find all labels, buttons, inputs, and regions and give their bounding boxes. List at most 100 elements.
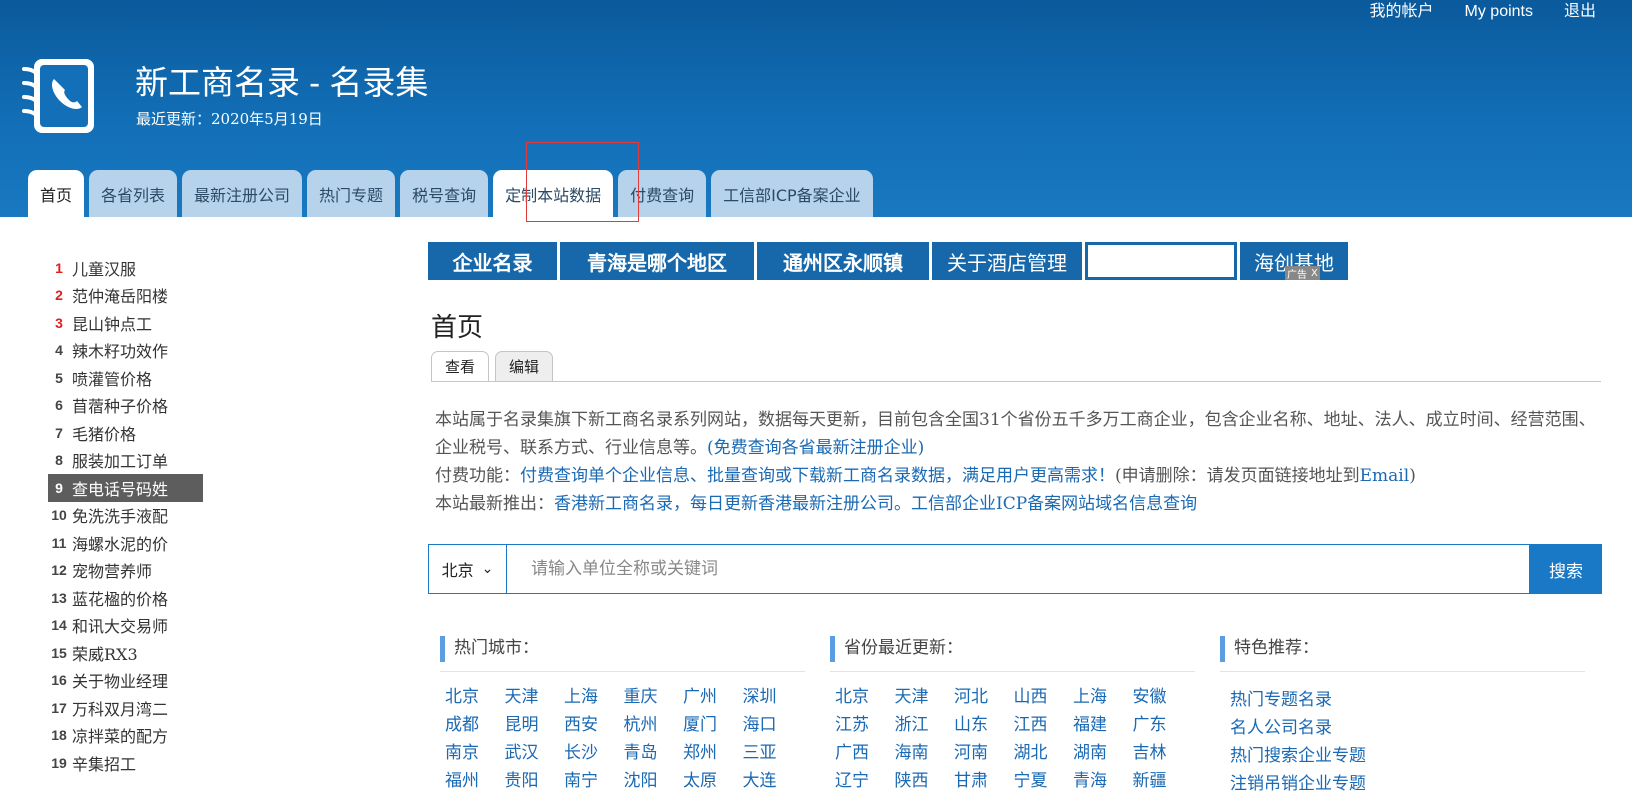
nav-tab-paid-query[interactable]: 付费查询	[618, 170, 706, 217]
province-link[interactable]: 广东	[1133, 714, 1193, 736]
list-item[interactable]: 2范仲淹岳阳楼	[48, 282, 203, 310]
nav-tab-hot-topics[interactable]: 热门专题	[307, 170, 395, 217]
province-link[interactable]: 广西	[835, 742, 895, 764]
my-points-link[interactable]: My points	[1465, 2, 1533, 22]
list-item[interactable]: 4辣木籽功效作	[48, 337, 203, 365]
list-item[interactable]: 11海螺水泥的价	[48, 529, 203, 557]
my-account-link[interactable]: 我的帐户	[1370, 2, 1434, 22]
province-link[interactable]: 新疆	[1133, 770, 1193, 792]
free-query-link[interactable]: (免费查询各省最新注册企业)	[707, 438, 924, 458]
list-item[interactable]: 14和讯大交易师	[48, 612, 203, 640]
list-item[interactable]: 1儿童汉服	[48, 254, 203, 282]
city-link[interactable]: 海口	[743, 714, 803, 736]
province-link[interactable]: 湖北	[1014, 742, 1074, 764]
province-link[interactable]: 山东	[954, 714, 1014, 736]
city-link[interactable]: 三亚	[743, 742, 803, 764]
list-item[interactable]: 5喷灌管价格	[48, 364, 203, 392]
list-item[interactable]: 10免洗洗手液配	[48, 502, 203, 530]
province-link[interactable]: 浙江	[895, 714, 955, 736]
ad-search-box[interactable]	[1085, 242, 1237, 280]
nav-tab-icp[interactable]: 工信部ICP备案企业	[711, 170, 873, 217]
featured-link[interactable]: 热门搜索企业专题	[1230, 742, 1585, 770]
list-item[interactable]: 12宠物营养师	[48, 557, 203, 585]
list-item[interactable]: 17万科双月湾二	[48, 694, 203, 722]
search-button[interactable]: 搜索	[1529, 544, 1601, 594]
province-link[interactable]: 福建	[1073, 714, 1133, 736]
province-link[interactable]: 河北	[954, 686, 1014, 708]
search-input[interactable]	[507, 545, 1529, 593]
province-link[interactable]: 辽宁	[835, 770, 895, 792]
city-link[interactable]: 厦门	[683, 714, 743, 736]
city-link[interactable]: 天津	[505, 686, 565, 708]
city-link[interactable]: 青岛	[624, 742, 684, 764]
province-link[interactable]: 山西	[1014, 686, 1074, 708]
province-link[interactable]: 河南	[954, 742, 1014, 764]
nav-tab-custom-data[interactable]: 定制本站数据	[493, 170, 613, 217]
ad-link[interactable]: 青海是哪个地区	[560, 242, 754, 280]
city-link[interactable]: 北京	[445, 686, 505, 708]
tab-edit[interactable]: 编辑	[495, 351, 553, 381]
city-link[interactable]: 深圳	[743, 686, 803, 708]
province-link[interactable]: 湖南	[1073, 742, 1133, 764]
nav-tab-home[interactable]: 首页	[28, 170, 84, 217]
city-link[interactable]: 昆明	[505, 714, 565, 736]
ad-link[interactable]: 关于酒店管理	[932, 242, 1082, 280]
tab-view[interactable]: 查看	[431, 351, 489, 381]
province-link[interactable]: 宁夏	[1014, 770, 1074, 792]
city-link[interactable]: 广州	[683, 686, 743, 708]
province-link[interactable]: 吉林	[1133, 742, 1193, 764]
province-link[interactable]: 北京	[835, 686, 895, 708]
city-link[interactable]: 长沙	[564, 742, 624, 764]
icp-query-link[interactable]: 工信部企业ICP备案网站域名信息查询	[911, 494, 1197, 514]
province-link[interactable]: 陕西	[895, 770, 955, 792]
ad-link[interactable]: 通州区永顺镇	[757, 242, 929, 280]
province-link[interactable]: 甘肃	[954, 770, 1014, 792]
city-link[interactable]: 郑州	[683, 742, 743, 764]
city-link[interactable]: 南京	[445, 742, 505, 764]
city-link[interactable]: 大连	[743, 770, 803, 792]
ad-link[interactable]: 企业名录	[428, 242, 557, 280]
city-link[interactable]: 西安	[564, 714, 624, 736]
email-link[interactable]: Email	[1360, 466, 1410, 486]
province-link[interactable]: 上海	[1073, 686, 1133, 708]
city-link[interactable]: 上海	[564, 686, 624, 708]
province-link[interactable]: 江西	[1014, 714, 1074, 736]
list-item[interactable]: 19辛集招工	[48, 749, 203, 777]
nav-tab-tax-id[interactable]: 税号查询	[400, 170, 488, 217]
city-link[interactable]: 重庆	[624, 686, 684, 708]
paid-query-link[interactable]: 付费查询单个企业信息、批量查询或下载新工商名录数据，满足用户更高需求！	[520, 466, 1115, 486]
list-item[interactable]: 3昆山钟点工	[48, 309, 203, 337]
featured-link[interactable]: 热门专题名录	[1230, 686, 1585, 714]
city-link[interactable]: 福州	[445, 770, 505, 792]
province-link[interactable]: 青海	[1073, 770, 1133, 792]
province-link[interactable]: 天津	[895, 686, 955, 708]
list-item[interactable]: 13蓝花楹的价格	[48, 584, 203, 612]
province-link[interactable]: 海南	[895, 742, 955, 764]
list-item[interactable]: 6苜蓿种子价格	[48, 392, 203, 420]
nav-tab-new-companies[interactable]: 最新注册公司	[182, 170, 302, 217]
city-link[interactable]: 武汉	[505, 742, 565, 764]
ad-badge[interactable]: 广告X	[1285, 266, 1320, 280]
list-item[interactable]: 18凉拌菜的配方	[48, 722, 203, 750]
featured-link[interactable]: 名人公司名录	[1230, 714, 1585, 742]
featured-link[interactable]: 注销吊销企业专题	[1230, 770, 1585, 798]
nav-tab-provinces[interactable]: 各省列表	[89, 170, 177, 217]
city-link[interactable]: 沈阳	[624, 770, 684, 792]
province-link[interactable]: 江苏	[835, 714, 895, 736]
list-item-selected[interactable]: 9查电话号码姓	[48, 474, 203, 502]
phonebook-logo-icon[interactable]	[18, 55, 98, 137]
logout-link[interactable]: 退出	[1564, 2, 1596, 22]
list-item[interactable]: 15荣威RX3	[48, 639, 203, 667]
list-item[interactable]: 7毛猪价格	[48, 419, 203, 447]
ad-close-icon[interactable]: X	[1311, 268, 1318, 279]
list-item[interactable]: 16关于物业经理	[48, 667, 203, 695]
city-link[interactable]: 成都	[445, 714, 505, 736]
hongkong-link[interactable]: 香港新工商名录，每日更新香港最新注册公司。	[554, 494, 911, 514]
province-select[interactable]: 北京⌄	[429, 545, 507, 593]
city-link[interactable]: 贵阳	[505, 770, 565, 792]
city-link[interactable]: 太原	[683, 770, 743, 792]
list-item[interactable]: 8服装加工订单	[48, 447, 203, 475]
province-link[interactable]: 安徽	[1133, 686, 1193, 708]
city-link[interactable]: 南宁	[564, 770, 624, 792]
city-link[interactable]: 杭州	[624, 714, 684, 736]
